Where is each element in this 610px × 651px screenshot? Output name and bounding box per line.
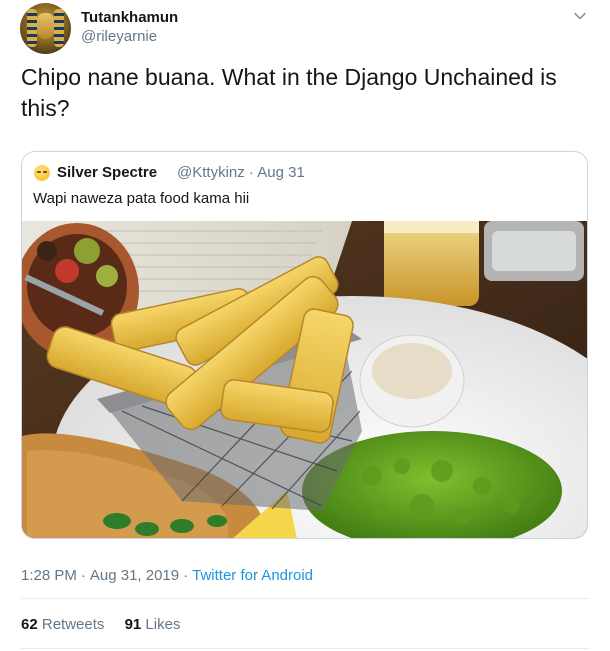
rolling-eyes-emoji-icon bbox=[34, 165, 50, 181]
retweets-label: Retweets bbox=[41, 616, 105, 633]
timestamp-separator: · bbox=[80, 567, 86, 584]
quoted-author-handle: @Kttykinz bbox=[177, 164, 245, 181]
tweet: Tutankhamun @rileyarnie Chipo nane buana… bbox=[0, 0, 610, 651]
quoted-tweet-card[interactable]: Silver Spectre @Kttykinz · Aug 31 Wapi n… bbox=[21, 151, 588, 539]
author-handle[interactable]: @rileyarnie bbox=[81, 28, 157, 45]
meta-separator: · bbox=[248, 164, 254, 181]
likes-stat[interactable]: 91 Likes bbox=[125, 616, 181, 633]
tweet-text: Chipo nane buana. What in the Django Unc… bbox=[21, 64, 557, 121]
fish-and-chips-photo[interactable] bbox=[22, 221, 588, 539]
avatar-headdress-left bbox=[27, 9, 37, 47]
quoted-tweet-text: Wapi naweza pata food kama hii bbox=[33, 190, 250, 207]
likes-count: 91 bbox=[124, 616, 142, 633]
retweets-stat[interactable]: 62 Retweets bbox=[21, 616, 104, 633]
retweets-count: 62 bbox=[21, 616, 38, 633]
quoted-author-meta: @Kttykinz · Aug 31 bbox=[177, 164, 305, 181]
tweet-time: 1:28 PM bbox=[21, 567, 77, 584]
quoted-tweet-date: Aug 31 bbox=[257, 164, 305, 181]
tweet-stats: 62 Retweets 91 Likes bbox=[21, 616, 196, 633]
quoted-author-name: Silver Spectre bbox=[57, 164, 158, 181]
chevron-down-icon[interactable] bbox=[572, 8, 588, 24]
tweet-timestamp[interactable]: 1:28 PM · Aug 31, 2019 · Twitter for Android bbox=[21, 567, 313, 584]
avatar-headdress-right bbox=[54, 9, 64, 47]
avatar[interactable] bbox=[20, 3, 71, 54]
likes-label: Likes bbox=[145, 616, 181, 633]
divider bbox=[21, 648, 590, 649]
avatar-mask-face bbox=[37, 13, 54, 39]
tweet-source-link[interactable]: Twitter for Android bbox=[192, 567, 313, 584]
tweet-date: Aug 31, 2019 bbox=[89, 567, 180, 584]
author-display-name[interactable]: Tutankhamun bbox=[81, 9, 178, 26]
source-separator: · bbox=[183, 567, 189, 584]
divider bbox=[21, 598, 590, 599]
